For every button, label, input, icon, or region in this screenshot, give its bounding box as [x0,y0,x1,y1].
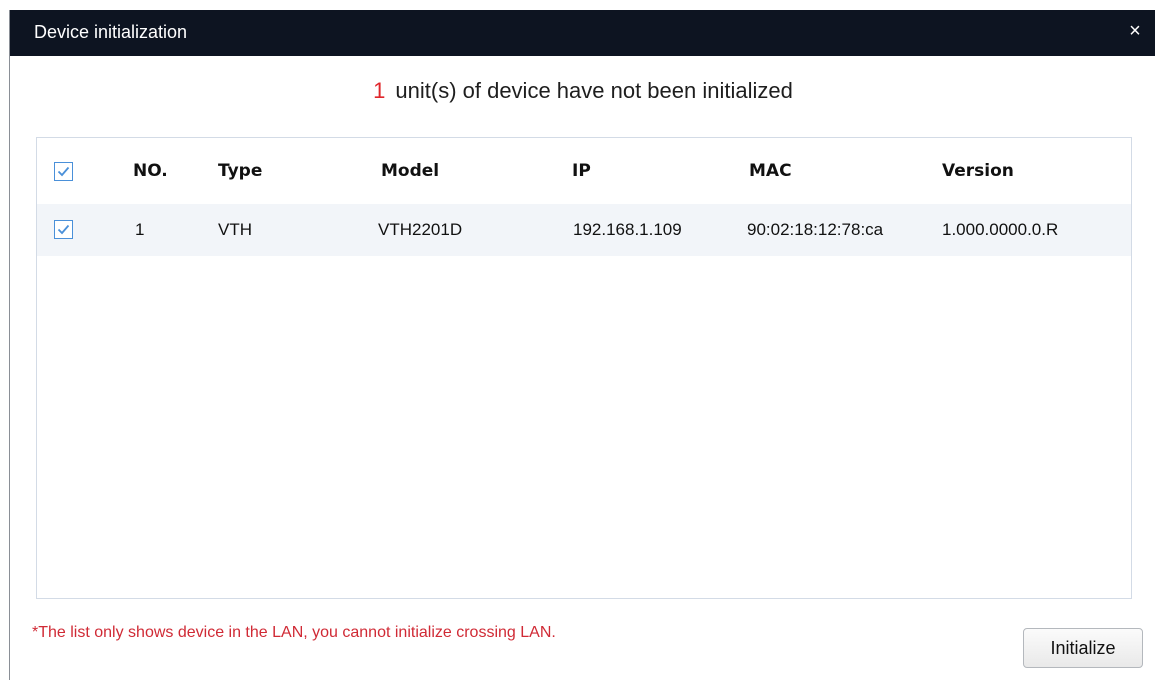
lan-note: *The list only shows device in the LAN, … [32,624,556,641]
device-table: NO. Type Model IP MAC Version 1 VTH VTH2… [36,137,1132,599]
cell-model: VTH2201D [378,220,463,239]
select-all-checkbox[interactable] [54,162,73,181]
cell-mac: 90:02:18:12:78:ca [747,220,884,239]
header-no: NO. [133,161,168,181]
background-window-strip [0,0,1155,10]
cell-no: 1 [135,220,145,239]
initialize-button[interactable]: Initialize [1023,628,1143,668]
dialog-title: Device initialization [34,22,188,42]
uninitialized-count: 1 [373,78,386,103]
cell-ip: 192.168.1.109 [573,220,682,239]
checkmark-icon [57,224,70,235]
header-model: Model [381,161,440,181]
table-header: NO. Type Model IP MAC Version [37,138,1131,204]
checkmark-icon [57,166,70,177]
device-initialization-dialog: Device initialization × 1 unit(s) of devi… [9,10,1155,680]
header-type: Type [218,161,263,181]
header-mac: MAC [749,161,792,181]
close-icon[interactable]: × [1124,18,1146,44]
uninitialized-count-text: unit(s) of device have not been initiali… [395,78,793,103]
table-row[interactable]: 1 VTH VTH2201D 192.168.1.109 90:02:18:12… [37,204,1131,256]
row-checkbox[interactable] [54,220,73,239]
uninitialized-count-message: 1 unit(s) of device have not been initial… [10,78,1155,104]
header-ip: IP [572,161,591,181]
cell-type: VTH [218,220,252,239]
dialog-titlebar: Device initialization × [10,10,1155,56]
cell-version: 1.000.0000.0.R [942,220,1059,239]
header-version: Version [942,161,1014,181]
